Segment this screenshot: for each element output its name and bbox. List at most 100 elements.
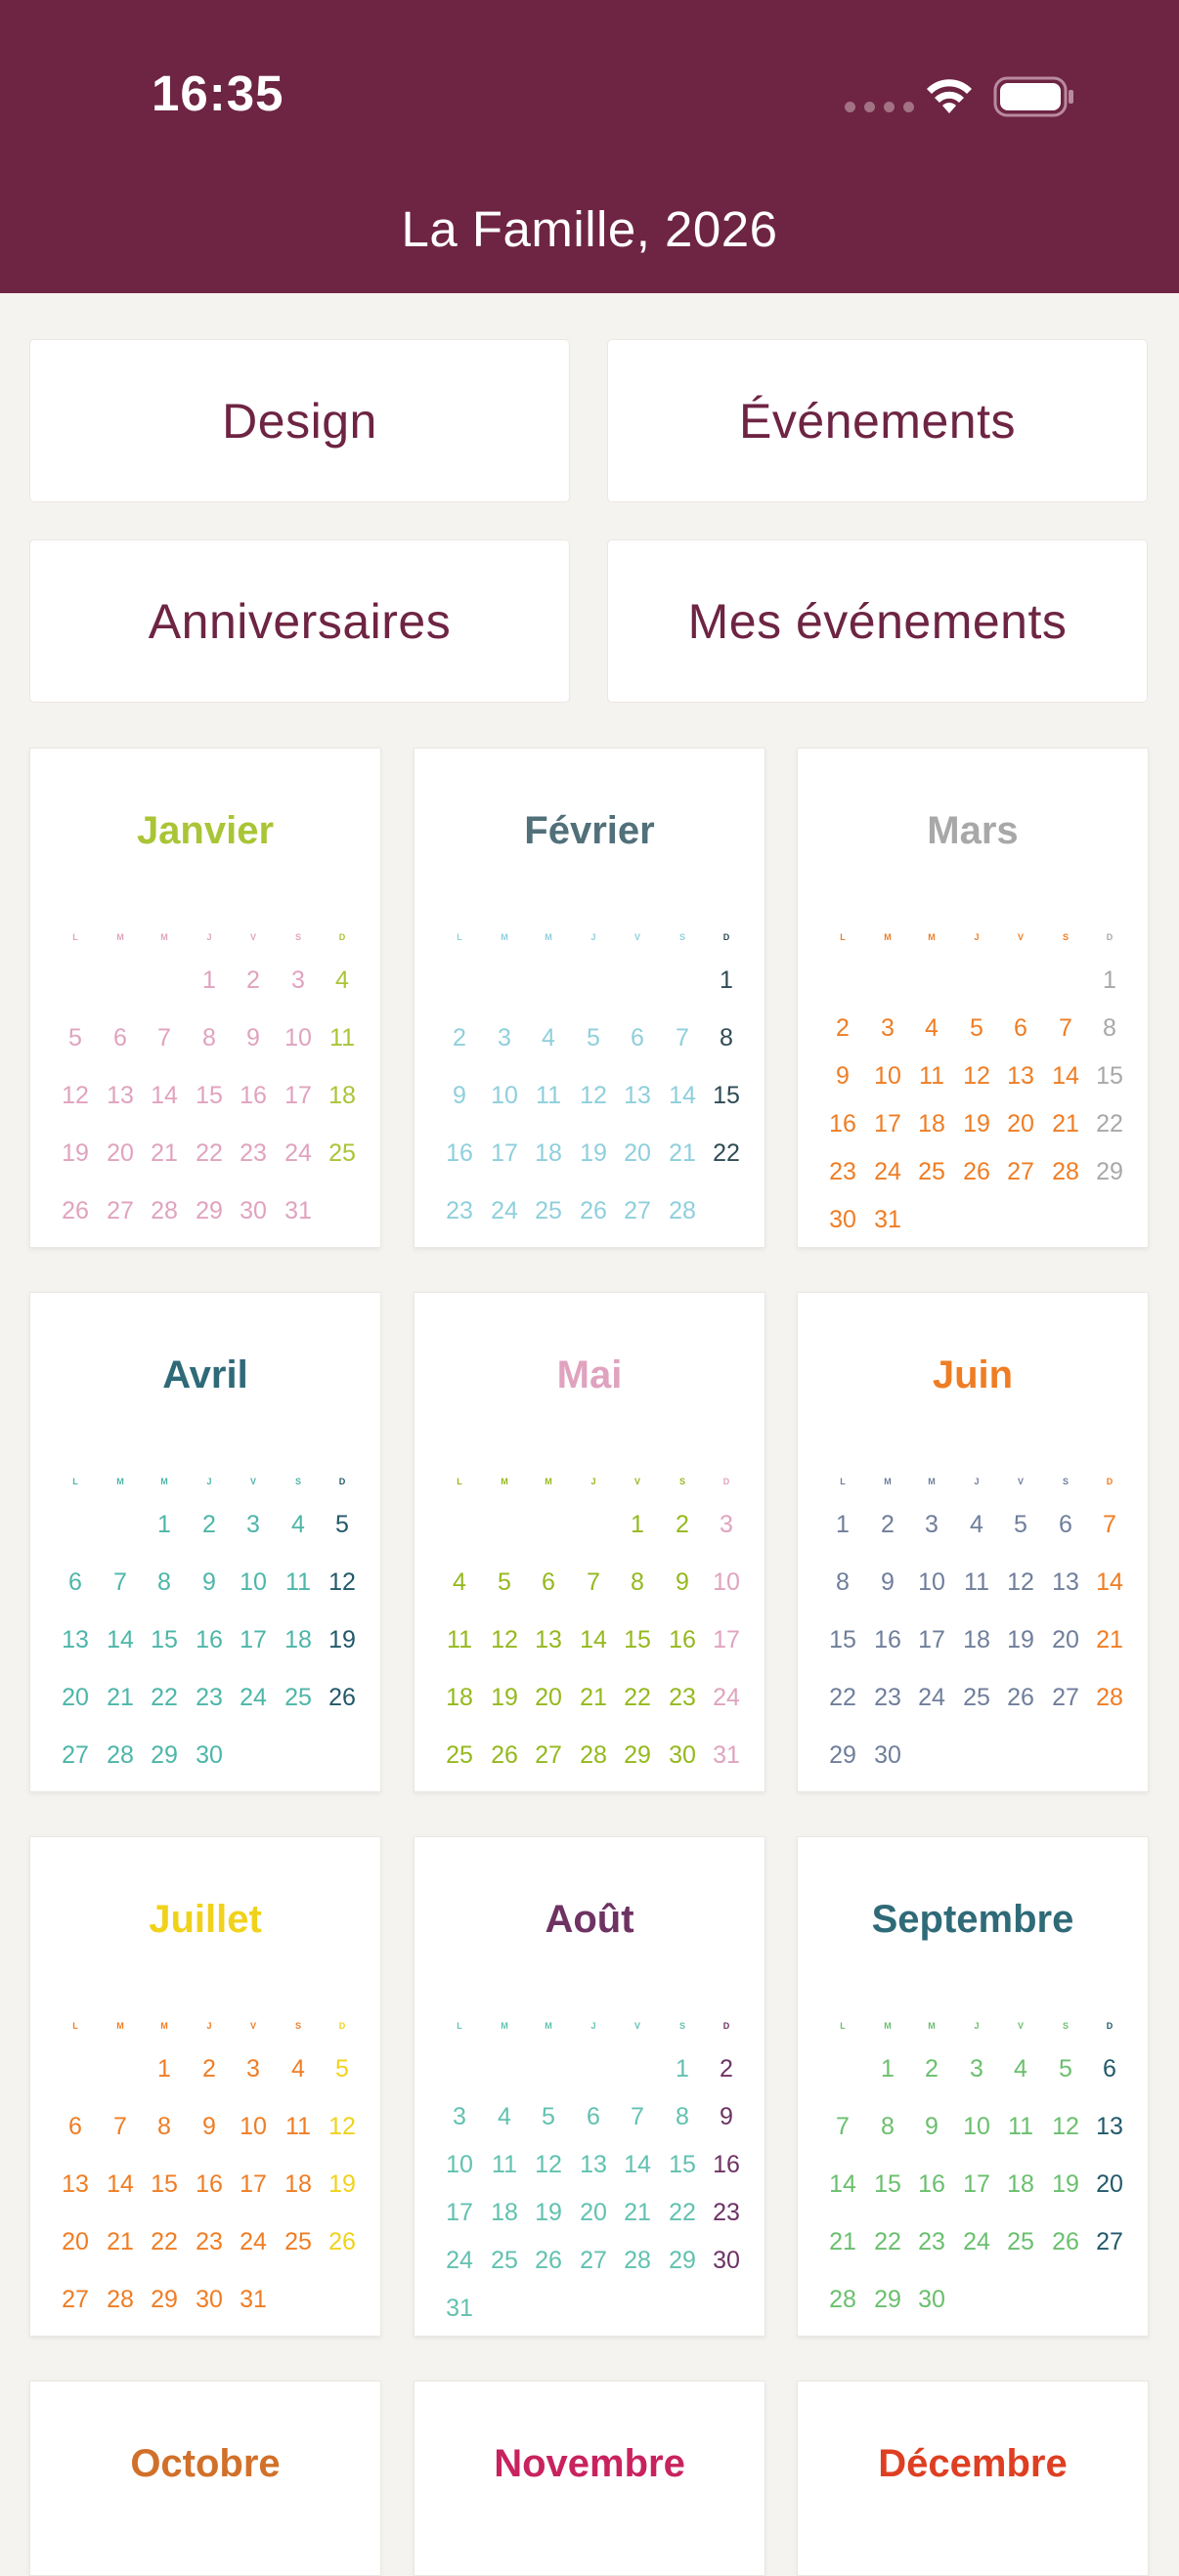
day-number[interactable]: 1 [1088,964,1131,997]
day-number[interactable]: 4 [277,2052,320,2085]
day-number[interactable]: 23 [188,1681,231,1714]
day-number[interactable]: 11 [483,2148,526,2181]
day-number[interactable]: 26 [483,1739,526,1772]
day-number[interactable]: 2 [661,1508,704,1541]
day-number[interactable]: 17 [866,1107,909,1140]
day-number[interactable]: 22 [616,1681,659,1714]
day-number[interactable]: 15 [661,2148,704,2181]
day-number[interactable]: 18 [999,2168,1042,2201]
day-number[interactable]: 15 [188,1079,231,1112]
month-card[interactable]: Octobre [29,2381,381,2576]
day-number[interactable]: 24 [438,2244,481,2277]
day-number[interactable]: 7 [572,1566,615,1599]
day-number[interactable]: 6 [99,1021,142,1054]
day-number[interactable]: 13 [616,1079,659,1112]
day-number[interactable]: 8 [821,1566,864,1599]
day-number[interactable]: 7 [661,1021,704,1054]
day-number[interactable]: 28 [616,2244,659,2277]
day-number[interactable]: 8 [705,1021,748,1054]
day-number[interactable]: 3 [483,1021,526,1054]
day-number[interactable]: 12 [1044,2110,1087,2143]
day-number[interactable]: 3 [910,1508,953,1541]
day-number[interactable]: 31 [866,1203,909,1236]
day-number[interactable]: 25 [955,1681,998,1714]
month-card[interactable]: Novembre [414,2381,765,2576]
day-number[interactable]: 8 [661,2100,704,2133]
day-number[interactable]: 23 [821,1155,864,1188]
day-number[interactable]: 13 [1088,2110,1131,2143]
day-number[interactable]: 29 [821,1739,864,1772]
day-number[interactable]: 5 [527,2100,570,2133]
birthdays-button[interactable]: Anniversaires [29,539,570,703]
day-number[interactable]: 1 [866,2052,909,2085]
day-number[interactable]: 29 [616,1739,659,1772]
day-number[interactable]: 11 [277,1566,320,1599]
day-number[interactable]: 30 [232,1194,275,1227]
day-number[interactable]: 15 [143,2168,186,2201]
day-number[interactable]: 8 [188,1021,231,1054]
day-number[interactable]: 12 [955,1059,998,1093]
day-number[interactable]: 3 [232,2052,275,2085]
day-number[interactable]: 15 [866,2168,909,2201]
month-card[interactable]: Janvier L M M J V S D 1 2 3 4 5 6 7 8 9 10 11 12 13 14 15 16 17 1… [29,748,381,1248]
day-number[interactable]: 23 [232,1137,275,1170]
day-number[interactable]: 10 [910,1566,953,1599]
day-number[interactable]: 4 [999,2052,1042,2085]
day-number[interactable]: 13 [572,2148,615,2181]
day-number[interactable]: 10 [277,1021,320,1054]
day-number[interactable]: 23 [438,1194,481,1227]
day-number[interactable]: 20 [616,1137,659,1170]
day-number[interactable]: 10 [232,1566,275,1599]
day-number[interactable]: 22 [143,2225,186,2258]
day-number[interactable]: 26 [54,1194,97,1227]
day-number[interactable]: 21 [1044,1107,1087,1140]
day-number[interactable]: 26 [321,1681,364,1714]
day-number[interactable]: 25 [483,2244,526,2277]
day-number[interactable]: 28 [99,1739,142,1772]
day-number[interactable]: 21 [821,2225,864,2258]
day-number[interactable]: 13 [54,2168,97,2201]
day-number[interactable]: 14 [821,2168,864,2201]
day-number[interactable]: 1 [821,1508,864,1541]
day-number[interactable]: 17 [232,2168,275,2201]
day-number[interactable]: 31 [705,1739,748,1772]
day-number[interactable]: 12 [999,1566,1042,1599]
day-number[interactable]: 14 [143,1079,186,1112]
day-number[interactable]: 8 [866,2110,909,2143]
day-number[interactable]: 14 [616,2148,659,2181]
day-number[interactable]: 17 [232,1623,275,1656]
month-card[interactable]: Juillet L M M J V S D 1 2 3 4 5 6 7 8 9 10 11 12 13 14 15 16 17 1… [29,1836,381,2337]
day-number[interactable]: 21 [616,2196,659,2229]
day-number[interactable]: 28 [143,1194,186,1227]
month-card[interactable]: Septembre L M M J V S D 1 2 3 4 5 6 7 8 9 10 11 12 13 14 15 16 1… [797,1836,1149,2337]
day-number[interactable]: 11 [999,2110,1042,2143]
day-number[interactable]: 29 [143,1739,186,1772]
day-number[interactable]: 29 [1088,1155,1131,1188]
day-number[interactable]: 27 [1044,1681,1087,1714]
day-number[interactable]: 12 [572,1079,615,1112]
day-number[interactable]: 9 [705,2100,748,2133]
month-card[interactable]: Avril L M M J V S D 1 2 3 4 5 6 7 8 9 10 11 12 13 14 15 16 17 18 1… [29,1292,381,1792]
day-number[interactable]: 3 [438,2100,481,2133]
day-number[interactable]: 23 [866,1681,909,1714]
day-number[interactable]: 19 [999,1623,1042,1656]
day-number[interactable]: 2 [705,2052,748,2085]
day-number[interactable]: 14 [661,1079,704,1112]
day-number[interactable]: 24 [483,1194,526,1227]
day-number[interactable]: 12 [321,2110,364,2143]
day-number[interactable]: 12 [54,1079,97,1112]
day-number[interactable]: 19 [527,2196,570,2229]
day-number[interactable]: 9 [188,1566,231,1599]
day-number[interactable]: 28 [1088,1681,1131,1714]
day-number[interactable]: 12 [321,1566,364,1599]
day-number[interactable]: 28 [572,1739,615,1772]
day-number[interactable]: 8 [143,1566,186,1599]
day-number[interactable]: 11 [527,1079,570,1112]
day-number[interactable]: 16 [705,2148,748,2181]
day-number[interactable]: 27 [99,1194,142,1227]
day-number[interactable]: 2 [910,2052,953,2085]
day-number[interactable]: 2 [821,1011,864,1045]
day-number[interactable]: 16 [866,1623,909,1656]
day-number[interactable]: 27 [54,1739,97,1772]
my-events-button[interactable]: Mes événements [607,539,1148,703]
